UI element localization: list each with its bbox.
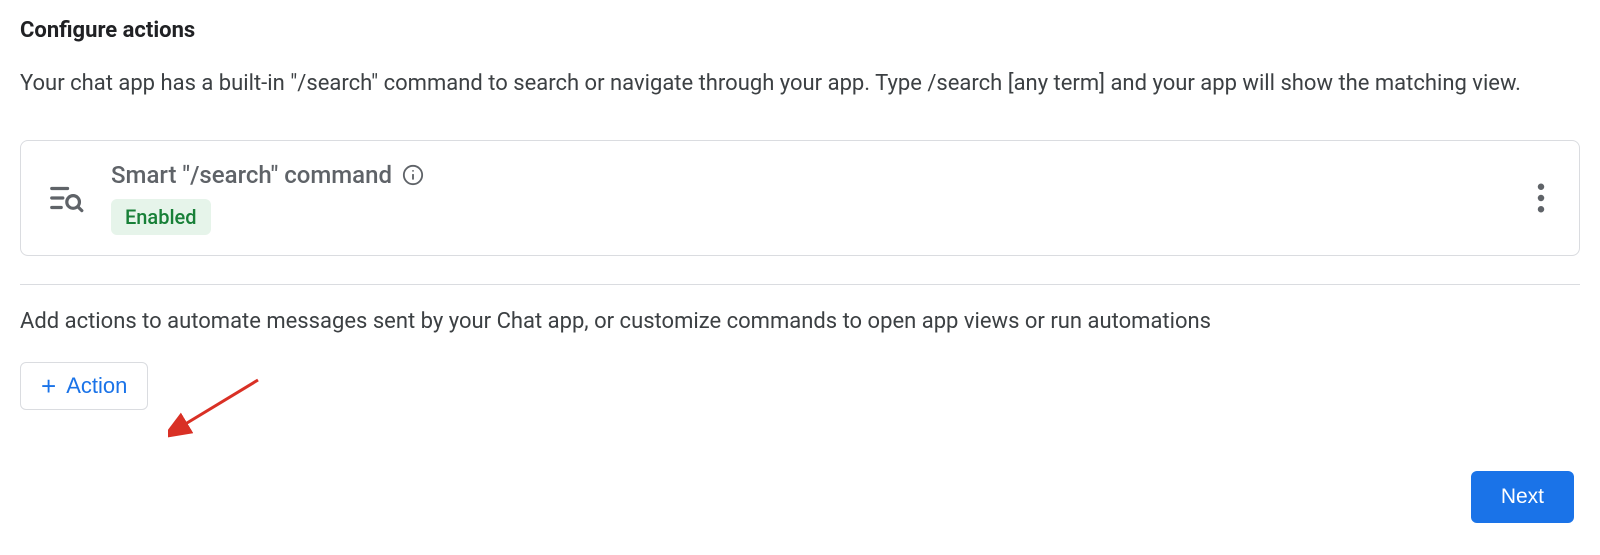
- info-icon[interactable]: [402, 164, 424, 186]
- add-actions-description: Add actions to automate messages sent by…: [20, 309, 1580, 334]
- next-button[interactable]: Next: [1471, 471, 1574, 523]
- more-vert-icon[interactable]: [1529, 175, 1553, 221]
- card-content: Smart "/search" command Enabled: [111, 161, 1503, 235]
- card-title: Smart "/search" command: [111, 161, 392, 189]
- card-title-row: Smart "/search" command: [111, 161, 1503, 189]
- plus-icon: +: [41, 373, 56, 399]
- annotation-arrow: [168, 372, 268, 442]
- section-description: Your chat app has a built-in "/search" c…: [20, 67, 1580, 100]
- divider: [20, 284, 1580, 285]
- add-action-button[interactable]: + Action: [20, 362, 148, 410]
- status-badge: Enabled: [111, 199, 211, 235]
- section-title: Configure actions: [20, 18, 1580, 43]
- search-list-icon: [47, 179, 85, 217]
- add-action-label: Action: [66, 373, 127, 399]
- smart-search-card: Smart "/search" command Enabled: [20, 140, 1580, 256]
